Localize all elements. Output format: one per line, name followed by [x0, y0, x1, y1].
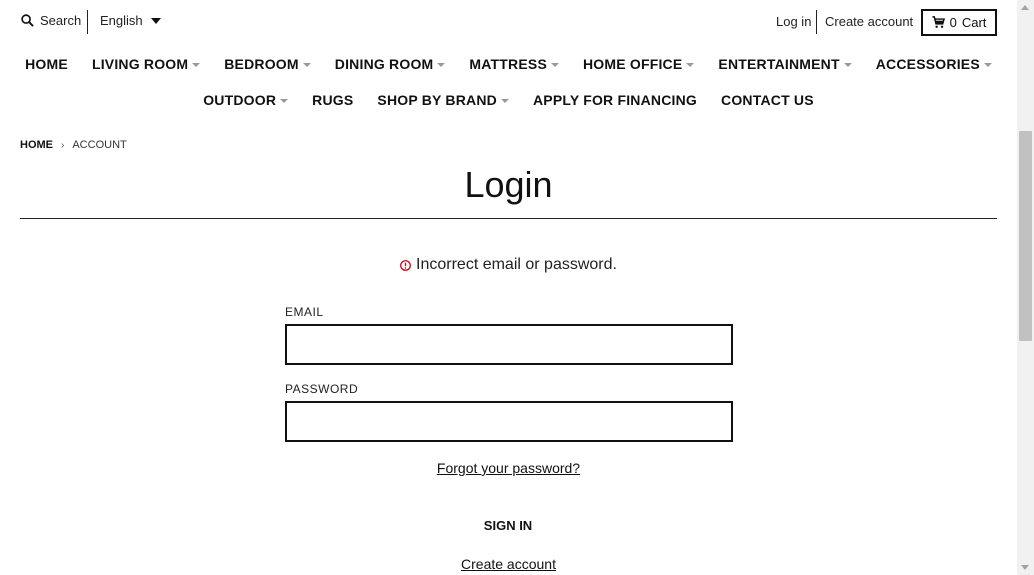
nav-item-label: APPLY FOR FINANCING	[532, 92, 698, 108]
error-message: Incorrect email or password.	[0, 256, 1017, 274]
alert-icon	[400, 259, 411, 271]
scrollbar[interactable]	[1017, 0, 1034, 575]
create-account-row: Create account	[0, 556, 1017, 572]
login-link[interactable]: Log in	[776, 14, 811, 29]
nav-item-label: ACCESSORIES	[875, 56, 980, 72]
divider	[816, 10, 817, 34]
breadcrumb: HOME › ACCOUNT	[20, 139, 127, 151]
nav-item-rugs[interactable]: RUGS	[300, 92, 365, 108]
cart-button[interactable]: 0 Cart	[921, 9, 997, 36]
chevron-down-icon	[192, 63, 201, 67]
nav-item-label: DINING ROOM	[334, 56, 434, 72]
nav-item-bedroom[interactable]: BEDROOM	[212, 56, 323, 72]
nav-item-home[interactable]: HOME	[13, 56, 80, 72]
nav-item-entertainment[interactable]: ENTERTAINMENT	[706, 56, 863, 72]
nav-item-home-office[interactable]: HOME OFFICE	[571, 56, 706, 72]
nav-item-label: OUTDOOR	[203, 92, 277, 108]
cart-count: 0	[949, 15, 957, 30]
nav-item-label: LIVING ROOM	[91, 56, 189, 72]
chevron-down-icon	[686, 63, 695, 67]
caret-down-icon	[150, 17, 161, 24]
breadcrumb-current: ACCOUNT	[72, 139, 127, 151]
nav-item-living-room[interactable]: LIVING ROOM	[80, 56, 212, 72]
scroll-up-icon[interactable]	[1021, 5, 1029, 10]
top-bar: Search English Log in Create account 0 C…	[0, 0, 1017, 45]
chevron-down-icon	[983, 63, 992, 67]
scrollbar-thumb[interactable]	[1019, 131, 1032, 341]
title-divider	[20, 218, 997, 219]
language-selector[interactable]: English	[100, 13, 161, 28]
chevron-down-icon	[437, 63, 446, 67]
forgot-password-row: Forgot your password?	[0, 460, 1017, 476]
nav-item-label: HOME OFFICE	[582, 56, 683, 72]
main-nav-row-2: OUTDOOR RUGS SHOP BY BRAND APPLY FOR FINANC…	[0, 92, 1017, 108]
nav-item-apply-for-financing[interactable]: APPLY FOR FINANCING	[521, 92, 709, 108]
chevron-down-icon	[500, 99, 509, 103]
error-text: Incorrect email or password.	[416, 256, 617, 273]
nav-item-mattress[interactable]: MATTRESS	[457, 56, 571, 72]
search-label: Search	[40, 13, 82, 28]
create-account-link[interactable]: Create account	[825, 14, 913, 29]
nav-item-label: MATTRESS	[469, 56, 547, 72]
divider	[87, 10, 88, 34]
breadcrumb-separator: ›	[61, 139, 65, 151]
page-title: Login	[464, 164, 553, 205]
language-label: English	[100, 13, 143, 28]
chevron-down-icon	[280, 99, 289, 103]
nav-item-accessories[interactable]: ACCESSORIES	[864, 56, 1004, 72]
password-label: PASSWORD	[285, 382, 359, 396]
nav-item-shop-by-brand[interactable]: SHOP BY BRAND	[365, 92, 521, 108]
sign-in-button[interactable]: SIGN IN	[458, 512, 558, 538]
password-field[interactable]	[285, 401, 733, 442]
search-icon	[21, 14, 34, 27]
chevron-down-icon	[843, 63, 852, 67]
breadcrumb-home[interactable]: HOME	[20, 139, 53, 151]
nav-item-label: HOME	[25, 56, 68, 72]
scroll-down-icon[interactable]	[1021, 565, 1029, 570]
create-account-link-bottom[interactable]: Create account	[461, 556, 556, 572]
cart-icon	[932, 16, 945, 28]
forgot-password-link[interactable]: Forgot your password?	[437, 460, 580, 476]
nav-item-label: CONTACT US	[721, 92, 814, 108]
nav-item-label: ENTERTAINMENT	[718, 56, 840, 72]
nav-item-outdoor[interactable]: OUTDOOR	[191, 92, 300, 108]
nav-item-contact-us[interactable]: CONTACT US	[709, 92, 826, 108]
email-label: EMAIL	[285, 305, 324, 319]
nav-item-label: SHOP BY BRAND	[377, 92, 497, 108]
chevron-down-icon	[302, 63, 311, 67]
nav-item-dining-room[interactable]: DINING ROOM	[323, 56, 458, 72]
main-nav-row-1: HOME LIVING ROOM BEDROOM DINING ROOM MATTRES…	[0, 56, 1017, 72]
nav-item-label: BEDROOM	[224, 56, 299, 72]
chevron-down-icon	[550, 63, 559, 67]
cart-label: Cart	[961, 15, 987, 30]
nav-item-label: RUGS	[312, 92, 354, 108]
email-field[interactable]	[285, 324, 733, 365]
search-button[interactable]: Search	[21, 13, 81, 28]
